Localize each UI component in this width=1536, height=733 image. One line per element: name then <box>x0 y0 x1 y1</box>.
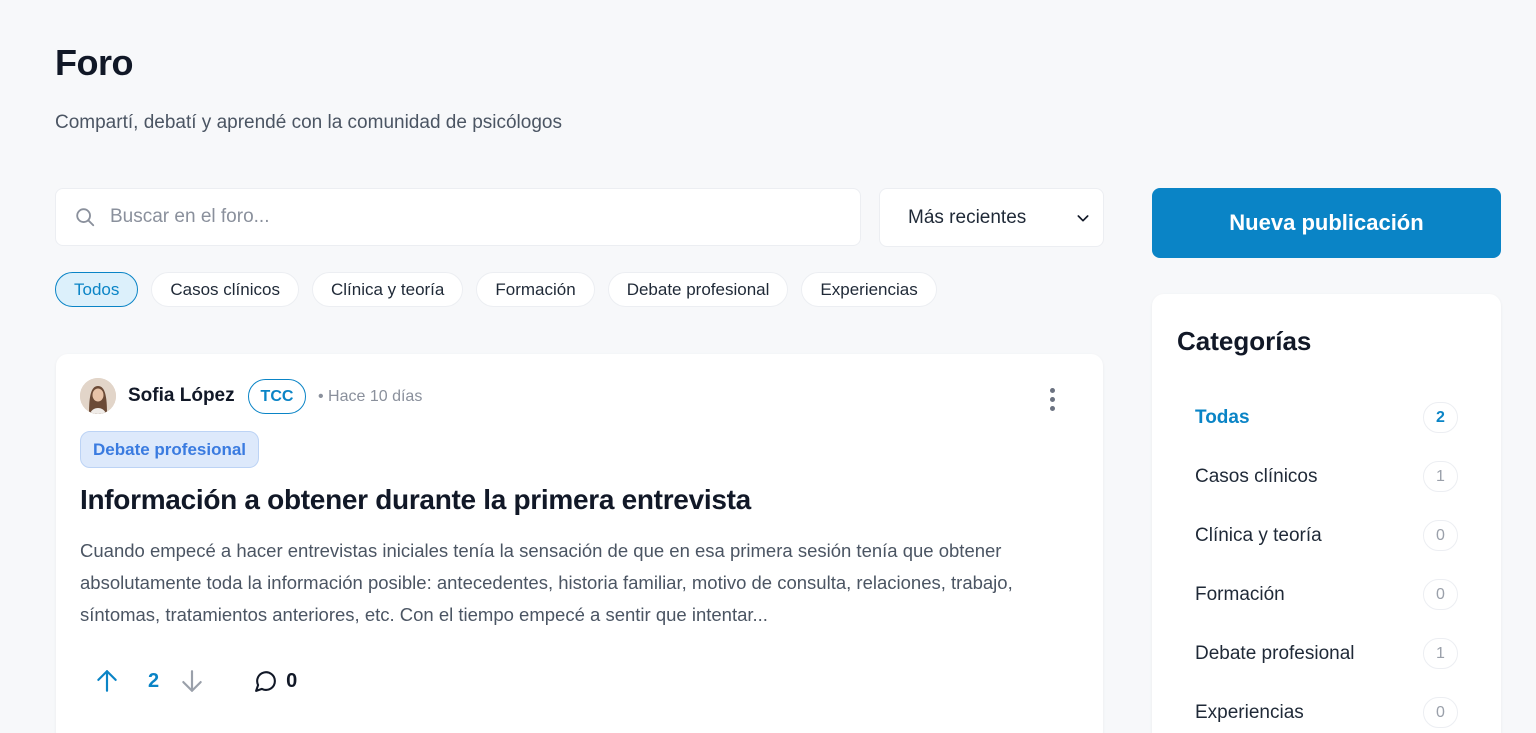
comment-icon <box>255 670 277 692</box>
category-label: Todas <box>1195 406 1250 428</box>
post-title[interactable]: Información a obtener durante la primera… <box>80 484 1080 516</box>
category-item-clinica-teoria[interactable]: Clínica y teoría 0 <box>1195 506 1458 565</box>
forum-page: Foro Compartí, debatí y aprendé con la c… <box>0 0 1536 733</box>
comments-button[interactable]: 0 <box>253 669 297 694</box>
new-post-button[interactable]: Nueva publicación <box>1152 188 1501 258</box>
post-category-badge: Debate profesional <box>80 431 260 468</box>
sort-select[interactable]: Más recientes <box>879 188 1104 247</box>
filter-chip-debate-profesional[interactable]: Debate profesional <box>607 272 789 307</box>
post-card[interactable]: Sofia López TCC • Hace 10 días Debate pr… <box>56 354 1103 733</box>
post-timestamp: • Hace 10 días <box>318 388 423 405</box>
comment-count: 0 <box>286 669 298 692</box>
category-count: 1 <box>1423 638 1458 669</box>
filter-chip-formacion[interactable]: Formación <box>476 272 595 307</box>
more-options-icon[interactable] <box>1040 384 1064 414</box>
category-label: Debate profesional <box>1195 642 1355 664</box>
author-tag: TCC <box>248 379 306 414</box>
chevron-down-icon <box>1077 214 1089 221</box>
search-input[interactable] <box>110 206 810 228</box>
category-item-todas[interactable]: Todas 2 <box>1195 388 1458 447</box>
post-actions: 2 0 <box>94 666 297 696</box>
page-title: Foro <box>55 42 133 83</box>
categories-title: Categorías <box>1177 326 1312 356</box>
category-filter-chips: Todos Casos clínicos Clínica y teoría Fo… <box>55 272 937 307</box>
category-count: 2 <box>1423 402 1458 433</box>
categories-list: Todas 2 Casos clínicos 1 Clínica y teorí… <box>1195 388 1458 733</box>
category-item-formacion[interactable]: Formación 0 <box>1195 565 1458 624</box>
category-count: 0 <box>1423 520 1458 551</box>
filter-chip-casos-clinicos[interactable]: Casos clínicos <box>151 272 299 307</box>
category-label: Formación <box>1195 583 1285 605</box>
downvote-button[interactable] <box>179 668 205 694</box>
search-icon <box>76 208 95 227</box>
category-label: Casos clínicos <box>1195 465 1318 487</box>
arrow-down-icon <box>182 670 202 692</box>
sort-selected-value: Más recientes <box>908 206 1027 228</box>
vote-count: 2 <box>148 669 160 692</box>
page-subtitle: Compartí, debatí y aprendé con la comuni… <box>55 112 562 133</box>
category-item-debate-profesional[interactable]: Debate profesional 1 <box>1195 624 1458 683</box>
category-label: Clínica y teoría <box>1195 524 1322 546</box>
avatar[interactable] <box>80 378 116 414</box>
category-count: 1 <box>1423 461 1458 492</box>
category-item-casos-clinicos[interactable]: Casos clínicos 1 <box>1195 447 1458 506</box>
category-item-experiencias[interactable]: Experiencias 0 <box>1195 683 1458 733</box>
filter-chip-todos[interactable]: Todos <box>55 272 139 307</box>
post-excerpt: Cuando empecé a hacer entrevistas inicia… <box>80 540 1013 625</box>
category-label: Experiencias <box>1195 701 1304 723</box>
filter-chip-experiencias[interactable]: Experiencias <box>801 272 937 307</box>
search-box[interactable] <box>55 188 861 246</box>
author-name[interactable]: Sofia López <box>128 385 235 407</box>
filter-chip-clinica-teoria[interactable]: Clínica y teoría <box>311 272 464 307</box>
category-count: 0 <box>1423 579 1458 610</box>
category-count: 0 <box>1423 697 1458 728</box>
categories-panel: Categorías Todas 2 Casos clínicos 1 Clín… <box>1152 294 1501 733</box>
upvote-button[interactable] <box>94 668 120 694</box>
arrow-up-icon <box>97 670 117 692</box>
